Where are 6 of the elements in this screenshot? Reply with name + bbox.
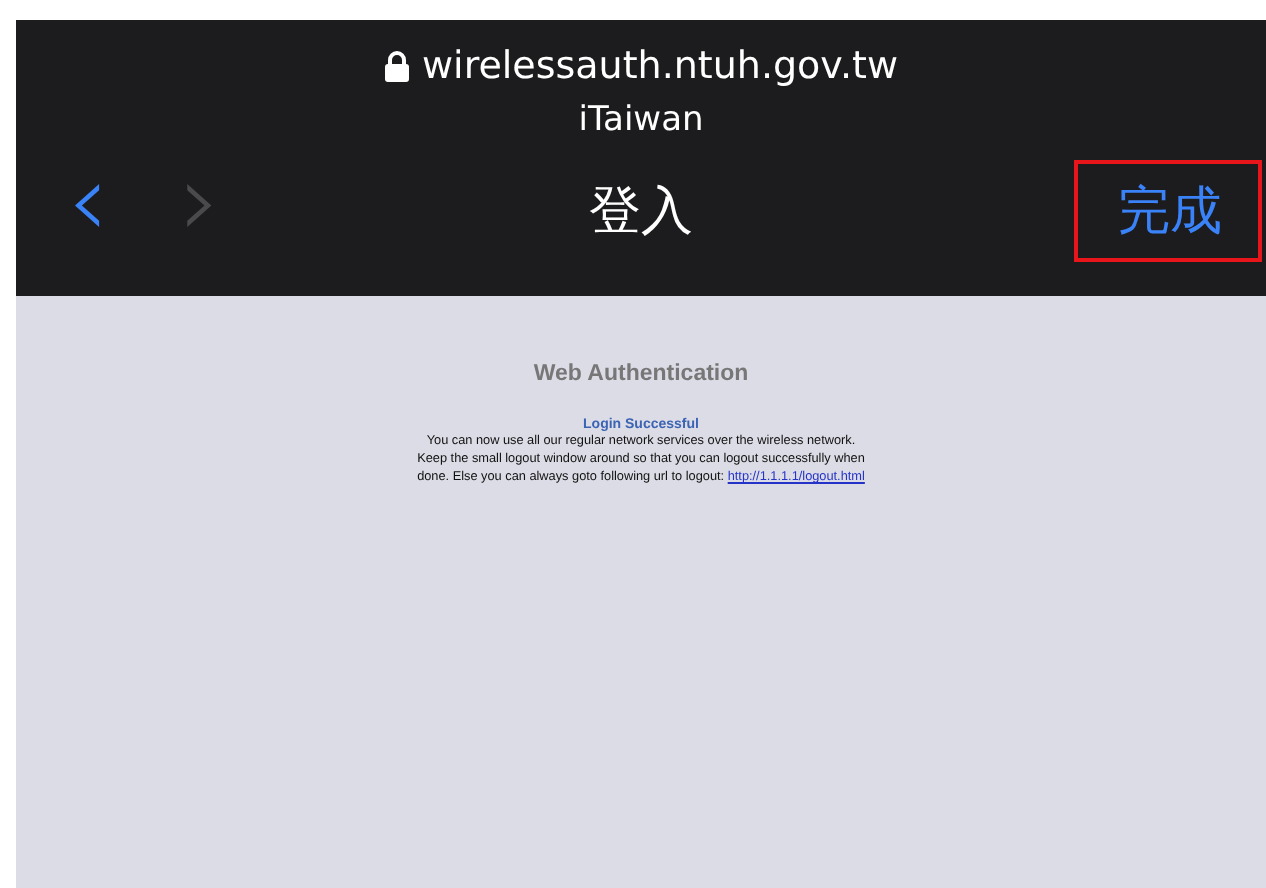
page-heading: Web Authentication: [533, 362, 749, 386]
network-name: iTaiwan: [578, 100, 704, 140]
page-title: 登入: [589, 179, 693, 239]
done-button[interactable]: 完成: [1074, 159, 1262, 261]
back-button[interactable]: ‹: [48, 162, 128, 258]
page-url: wirelessauth.ntuh.gov.tw: [422, 44, 898, 88]
